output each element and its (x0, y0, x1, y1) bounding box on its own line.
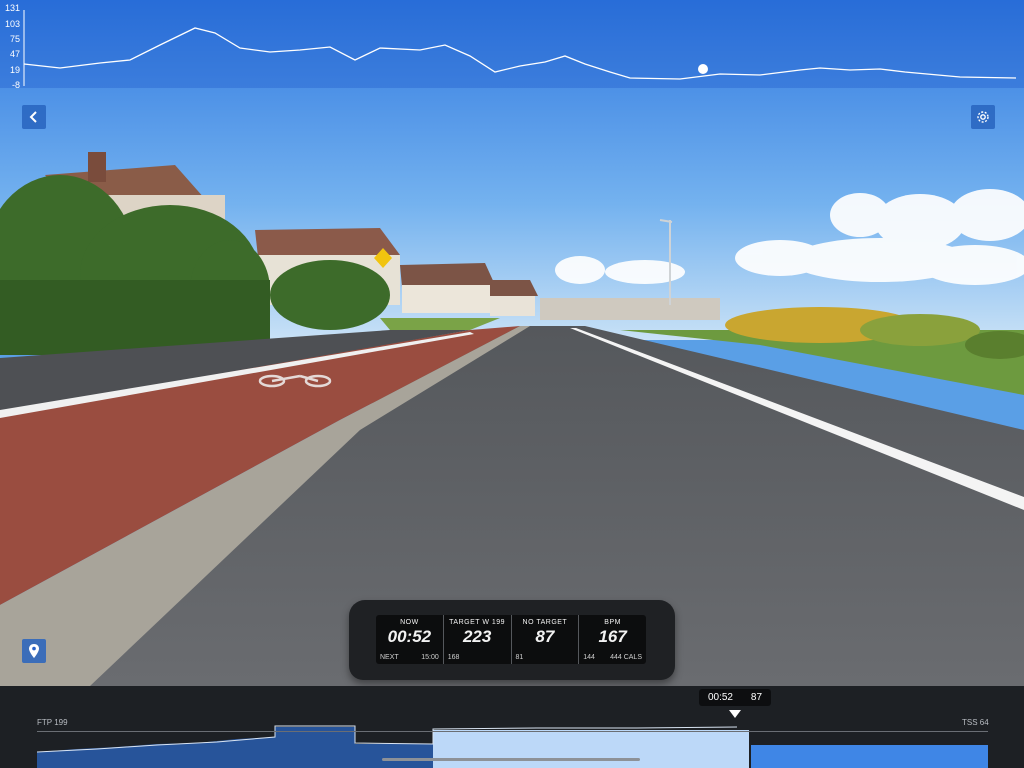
next-value: 15:00 (421, 654, 439, 661)
heart-value: 167 (598, 627, 627, 646)
time-value: 00:52 (387, 627, 432, 646)
axis-label-131: 131 (4, 3, 20, 13)
current-time: 00:52 (707, 692, 733, 703)
current-position-bubble: 00:52 87 (699, 689, 771, 706)
chevron-left-icon (29, 111, 37, 123)
settings-button[interactable] (971, 105, 995, 129)
hud-heart-cell: BPM 167 144 444 CALS (578, 615, 646, 664)
bike-computer-hud: NOW 00:52 NEXT 15:00 TARGET W 199 223 16… (349, 600, 675, 680)
cadence-sub: 81 (515, 654, 524, 661)
elevation-profile-chart (23, 10, 1017, 86)
axis-label-neg8: -8 (11, 80, 20, 90)
hud-time-cell: NOW 00:52 NEXT 15:00 (376, 615, 443, 664)
heart-label: BPM (604, 619, 621, 626)
current-value: 87 (750, 692, 763, 703)
elevation-line (23, 27, 1017, 80)
power-value: 223 (462, 627, 492, 646)
segment-warmup (37, 737, 275, 768)
cadence-label: NO TARGET (522, 619, 568, 626)
timeline-scrubber[interactable] (382, 758, 640, 761)
hud-cadence-cell: NO TARGET 87 81 (510, 615, 579, 664)
segment-recovery (355, 744, 433, 768)
segment-interval-1 (275, 727, 355, 768)
elevation-profile-panel (0, 0, 1024, 88)
position-marker (698, 64, 708, 74)
hud-screen: NOW 00:52 NEXT 15:00 TARGET W 199 223 16… (376, 615, 646, 664)
power-sub: 168 (447, 654, 460, 661)
heart-sub: 144 (583, 654, 595, 661)
segment-interval-2 (433, 730, 749, 768)
map-pin-icon (29, 644, 39, 658)
elevation-axis: 131 103 75 47 19 -8 (4, 3, 24, 90)
back-button[interactable] (22, 105, 46, 129)
cadence-value: 87 (535, 627, 555, 646)
calories-value: 444 CALS (610, 654, 642, 661)
time-label: NOW (400, 619, 419, 626)
hud-power-cell: TARGET W 199 223 168 (442, 615, 511, 664)
map-button[interactable] (22, 639, 46, 663)
road-video-scene (0, 0, 1024, 686)
next-label: NEXT (380, 654, 399, 661)
ftp-threshold-line (37, 731, 988, 732)
axis-label-19: 19 (9, 65, 20, 75)
workout-segments-chart (37, 725, 988, 768)
axis-label-103: 103 (4, 19, 20, 29)
gear-icon (977, 111, 989, 123)
axis-label-75: 75 (9, 34, 20, 44)
segment-interval-3 (751, 745, 988, 768)
axis-label-47: 47 (9, 49, 20, 59)
power-label: TARGET W 199 (449, 619, 506, 626)
playhead-marker-icon[interactable] (729, 710, 741, 718)
